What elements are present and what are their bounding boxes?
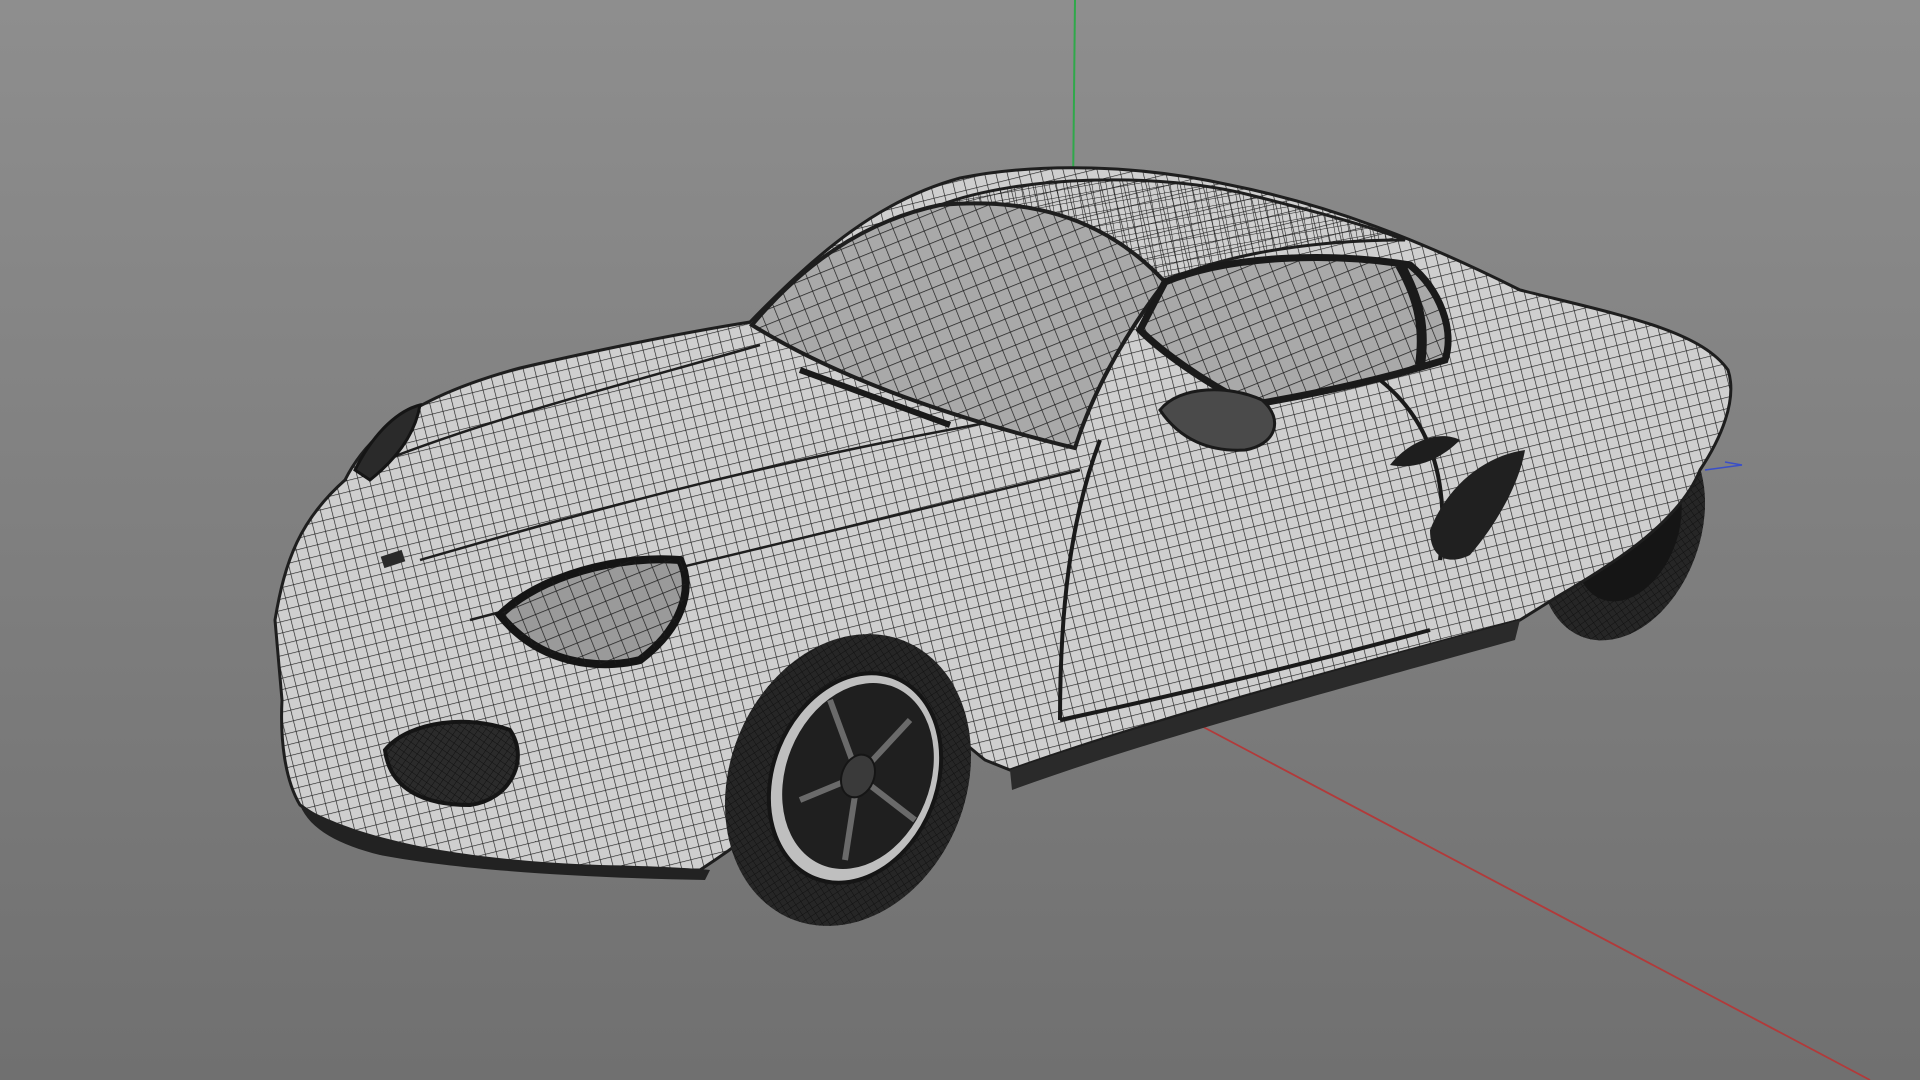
car-model[interactable]: [273, 166, 1734, 964]
y-axis-line: [1072, 0, 1076, 193]
scene-canvas[interactable]: [0, 0, 1920, 1080]
z-axis-gizmo: [1704, 461, 1743, 471]
3d-viewport[interactable]: [0, 0, 1920, 1080]
x-axis-line: [1174, 711, 1871, 1080]
